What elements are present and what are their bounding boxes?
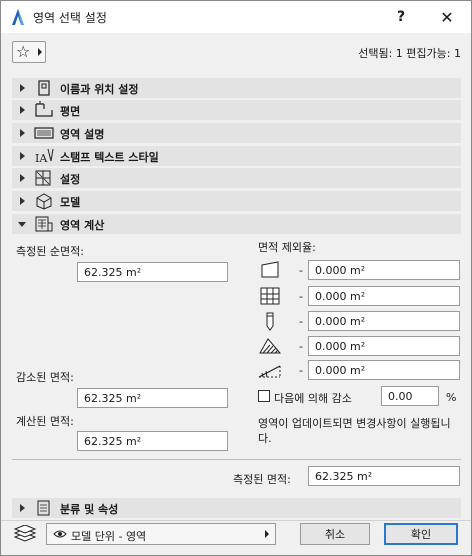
section-label: 영역 계산 [60, 219, 105, 232]
exclusion-field-3[interactable]: 0.000 m² [308, 311, 460, 331]
reduce-by-checkbox[interactable] [258, 390, 270, 402]
column-icon [266, 312, 274, 331]
arrow-right-icon [38, 48, 42, 56]
calculator-icon [35, 216, 53, 232]
model-box-icon [36, 193, 52, 210]
deducted-area-field: 62.325 m² [77, 388, 228, 408]
exclusion-field-1[interactable]: 0.000 m² [308, 260, 460, 280]
expand-arrow-icon [20, 84, 25, 92]
archicad-app-icon [12, 9, 24, 25]
wall-fill-icon [261, 261, 279, 278]
slope-roof-icon [258, 365, 281, 378]
help-button[interactable]: ? [379, 1, 423, 33]
dash-separator: - [299, 364, 303, 377]
favorites-button[interactable]: ☆ [12, 41, 46, 63]
svg-text:IA: IA [35, 152, 48, 165]
section-label: 영역 설명 [60, 128, 105, 141]
expand-arrow-icon [20, 504, 25, 512]
dash-separator: - [299, 264, 303, 277]
expand-arrow-icon [20, 129, 25, 137]
settings-grid-icon [35, 170, 51, 186]
separator-line [12, 459, 461, 460]
arrow-right-icon [265, 530, 269, 538]
reduce-by-label: 다음에 의해 감소 [274, 392, 352, 405]
footer-separator [1, 520, 471, 521]
floorplan-icon [35, 101, 53, 117]
section-label: 평면 [60, 105, 81, 118]
title-bar: 영역 선택 설정 ? ✕ [1, 1, 471, 33]
measured-area-field: 62.325 m² [308, 466, 460, 486]
hatch-zone-icon [259, 338, 282, 354]
calculated-area-label: 계산된 면적: [16, 415, 74, 428]
section-label: 분류 및 속성 [60, 503, 119, 516]
eye-icon [53, 530, 67, 538]
exclusion-field-4[interactable]: 0.000 m² [308, 336, 460, 356]
document-icon [37, 500, 50, 516]
grid-cover-icon [260, 287, 280, 305]
cancel-button[interactable]: 취소 [300, 523, 370, 545]
update-note: 영역이 업데이트되면 변경사항이 실행됩니다. [258, 417, 451, 445]
deducted-area-label: 감소된 면적: [16, 371, 74, 384]
expand-arrow-icon [20, 152, 25, 160]
percent-unit-label: % [446, 391, 457, 404]
ok-button[interactable]: 확인 [384, 523, 458, 545]
window-title: 영역 선택 설정 [33, 11, 107, 25]
measured-area-label: 측정된 면적: [233, 473, 291, 486]
measured-net-area-label: 측정된 순면적: [16, 245, 84, 258]
reduce-by-percent-field[interactable]: 0.00 [381, 386, 439, 406]
area-selection-settings-dialog: 영역 선택 설정 ? ✕ ☆ 선택됨: 1 편집가능: 1 이름과 위치 설정 … [0, 0, 472, 556]
layer-dropdown[interactable]: 모델 단위 - 영역 [46, 523, 276, 545]
section-classification-properties[interactable]: 분류 및 속성 [12, 498, 461, 518]
section-label: 스탬프 텍스트 스타일 [60, 151, 159, 164]
dash-separator: - [299, 290, 303, 303]
expand-arrow-icon [20, 197, 25, 205]
section-stamp-text-style[interactable]: IA 스탬프 텍스트 스타일 [12, 146, 461, 166]
section-model[interactable]: 모델 [12, 191, 461, 211]
selection-info: 선택됨: 1 편집가능: 1 [358, 47, 461, 60]
collapse-arrow-icon [18, 222, 26, 227]
exclusions-label: 면적 제외율: [258, 241, 316, 254]
text-style-icon: IA [35, 148, 54, 165]
layers-icon [13, 525, 37, 542]
keyboard-icon [34, 127, 54, 139]
layer-dropdown-label: 모델 단위 - 영역 [71, 530, 147, 543]
expand-arrow-icon [20, 174, 25, 182]
section-zone-description[interactable]: 영역 설명 [12, 123, 461, 143]
close-button[interactable]: ✕ [425, 1, 469, 33]
section-area-calculation[interactable]: 영역 계산 [12, 214, 461, 234]
section-settings[interactable]: 설정 [12, 168, 461, 188]
section-label: 모델 [60, 196, 81, 209]
section-name-location[interactable]: 이름과 위치 설정 [12, 78, 461, 98]
tag-icon [38, 80, 50, 96]
section-floorplan[interactable]: 평면 [12, 100, 461, 120]
dash-separator: - [299, 315, 303, 328]
section-label: 설정 [60, 173, 81, 186]
exclusion-field-5[interactable]: 0.000 m² [308, 360, 460, 380]
calculated-area-field: 62.325 m² [77, 431, 228, 451]
exclusion-field-2[interactable]: 0.000 m² [308, 286, 460, 306]
section-label: 이름과 위치 설정 [60, 83, 139, 96]
measured-net-area-field: 62.325 m² [77, 262, 228, 282]
star-icon: ☆ [16, 42, 31, 61]
dash-separator: - [299, 340, 303, 353]
expand-arrow-icon [20, 106, 25, 114]
